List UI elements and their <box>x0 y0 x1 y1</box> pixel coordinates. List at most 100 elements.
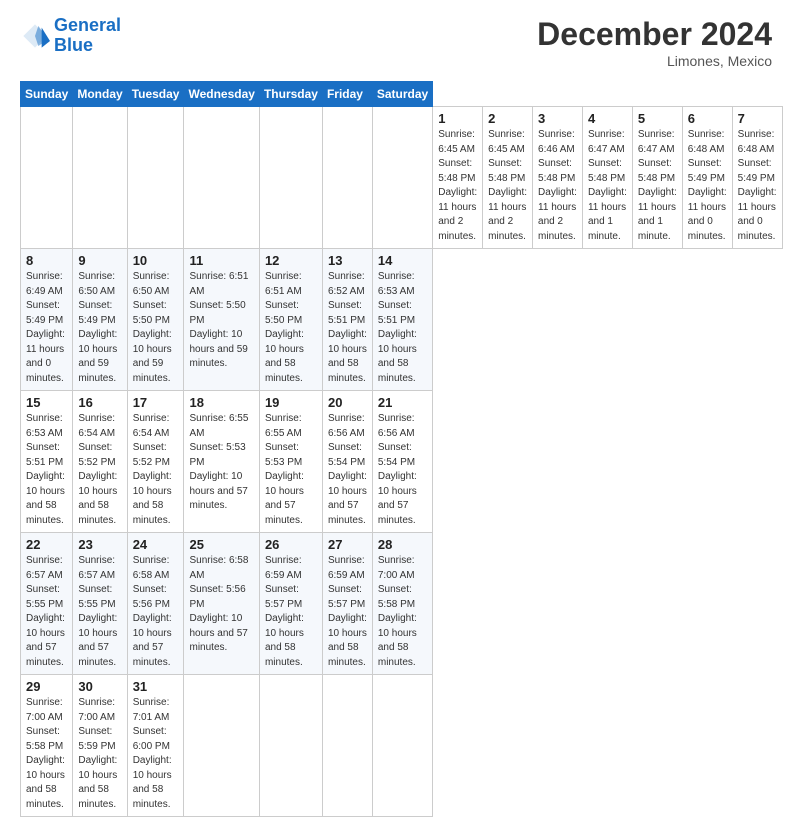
logo-text: General Blue <box>54 16 121 56</box>
day-info: Sunrise: 6:58 AM Sunset: 5:56 PM Dayligh… <box>133 554 179 670</box>
sunrise: Sunrise: 6:55 AM <box>189 413 248 439</box>
daylight: Daylight: 10 hours and 57 minutes. <box>328 471 367 526</box>
daylight: Daylight: 11 hours and 0 minutes. <box>738 187 777 242</box>
day-info: Sunrise: 6:49 AM Sunset: 5:49 PM Dayligh… <box>26 270 67 386</box>
sunrise: Sunrise: 7:00 AM <box>78 697 115 723</box>
sunset: Sunset: 6:00 PM <box>133 726 170 752</box>
day-info: Sunrise: 6:53 AM Sunset: 5:51 PM Dayligh… <box>378 270 427 386</box>
day-info: Sunrise: 6:56 AM Sunset: 5:54 PM Dayligh… <box>328 412 367 528</box>
day-number: 12 <box>265 253 317 268</box>
day-info: Sunrise: 6:59 AM Sunset: 5:57 PM Dayligh… <box>265 554 317 670</box>
table-row: 5 Sunrise: 6:47 AM Sunset: 5:48 PM Dayli… <box>632 107 682 249</box>
table-row: 8 Sunrise: 6:49 AM Sunset: 5:49 PM Dayli… <box>21 249 73 391</box>
sunrise: Sunrise: 6:59 AM <box>265 555 302 581</box>
calendar-week-row: 22 Sunrise: 6:57 AM Sunset: 5:55 PM Dayl… <box>21 533 783 675</box>
table-row: 30 Sunrise: 7:00 AM Sunset: 5:59 PM Dayl… <box>73 675 127 817</box>
day-number: 6 <box>688 111 727 126</box>
day-number: 30 <box>78 679 121 694</box>
calendar-week-row: 15 Sunrise: 6:53 AM Sunset: 5:51 PM Dayl… <box>21 391 783 533</box>
col-sunday: Sunday <box>21 82 73 107</box>
table-row <box>372 107 432 249</box>
daylight: Daylight: 11 hours and 0 minutes. <box>26 329 65 384</box>
sunrise: Sunrise: 6:45 AM <box>438 129 475 155</box>
table-row: 21 Sunrise: 6:56 AM Sunset: 5:54 PM Dayl… <box>372 391 432 533</box>
day-number: 5 <box>638 111 677 126</box>
day-info: Sunrise: 6:46 AM Sunset: 5:48 PM Dayligh… <box>538 128 577 244</box>
sunset: Sunset: 5:55 PM <box>26 584 63 610</box>
daylight: Daylight: 10 hours and 58 minutes. <box>265 329 304 384</box>
day-number: 4 <box>588 111 627 126</box>
table-row: 27 Sunrise: 6:59 AM Sunset: 5:57 PM Dayl… <box>322 533 372 675</box>
daylight: Daylight: 10 hours and 57 minutes. <box>265 471 304 526</box>
calendar-table: Sunday Monday Tuesday Wednesday Thursday… <box>20 81 783 817</box>
day-info: Sunrise: 6:48 AM Sunset: 5:49 PM Dayligh… <box>738 128 777 244</box>
daylight: Daylight: 10 hours and 58 minutes. <box>328 329 367 384</box>
sunrise: Sunrise: 6:57 AM <box>78 555 115 581</box>
daylight: Daylight: 10 hours and 59 minutes. <box>189 329 247 369</box>
table-row: 3 Sunrise: 6:46 AM Sunset: 5:48 PM Dayli… <box>533 107 583 249</box>
sunset: Sunset: 5:53 PM <box>189 442 245 468</box>
table-row: 15 Sunrise: 6:53 AM Sunset: 5:51 PM Dayl… <box>21 391 73 533</box>
calendar-header-row: Sunday Monday Tuesday Wednesday Thursday… <box>21 82 783 107</box>
day-info: Sunrise: 6:52 AM Sunset: 5:51 PM Dayligh… <box>328 270 367 386</box>
table-row: 16 Sunrise: 6:54 AM Sunset: 5:52 PM Dayl… <box>73 391 127 533</box>
day-info: Sunrise: 6:53 AM Sunset: 5:51 PM Dayligh… <box>26 412 67 528</box>
sunrise: Sunrise: 6:53 AM <box>378 271 415 297</box>
day-info: Sunrise: 6:48 AM Sunset: 5:49 PM Dayligh… <box>688 128 727 244</box>
table-row <box>73 107 127 249</box>
day-number: 22 <box>26 537 67 552</box>
sunrise: Sunrise: 6:58 AM <box>133 555 170 581</box>
daylight: Daylight: 11 hours and 1 minute. <box>588 187 627 242</box>
sunset: Sunset: 5:57 PM <box>265 584 302 610</box>
sunset: Sunset: 5:59 PM <box>78 726 115 752</box>
day-info: Sunrise: 6:56 AM Sunset: 5:54 PM Dayligh… <box>378 412 427 528</box>
day-info: Sunrise: 6:45 AM Sunset: 5:48 PM Dayligh… <box>438 128 477 244</box>
sunrise: Sunrise: 6:54 AM <box>133 413 170 439</box>
sunrise: Sunrise: 6:50 AM <box>133 271 170 297</box>
col-thursday: Thursday <box>259 82 322 107</box>
sunrise: Sunrise: 6:48 AM <box>688 129 725 155</box>
table-row <box>184 675 259 817</box>
table-row: 9 Sunrise: 6:50 AM Sunset: 5:49 PM Dayli… <box>73 249 127 391</box>
daylight: Daylight: 10 hours and 58 minutes. <box>78 471 117 526</box>
day-number: 28 <box>378 537 427 552</box>
day-info: Sunrise: 6:50 AM Sunset: 5:49 PM Dayligh… <box>78 270 121 386</box>
sunset: Sunset: 5:48 PM <box>438 158 475 184</box>
table-row <box>372 675 432 817</box>
daylight: Daylight: 10 hours and 57 minutes. <box>189 613 247 653</box>
day-number: 26 <box>265 537 317 552</box>
table-row <box>21 107 73 249</box>
day-info: Sunrise: 6:50 AM Sunset: 5:50 PM Dayligh… <box>133 270 179 386</box>
day-info: Sunrise: 6:51 AM Sunset: 5:50 PM Dayligh… <box>265 270 317 386</box>
day-info: Sunrise: 6:45 AM Sunset: 5:48 PM Dayligh… <box>488 128 527 244</box>
day-info: Sunrise: 6:51 AM Sunset: 5:50 PM Dayligh… <box>189 270 253 372</box>
sunset: Sunset: 5:55 PM <box>78 584 115 610</box>
table-row: 6 Sunrise: 6:48 AM Sunset: 5:49 PM Dayli… <box>682 107 732 249</box>
col-tuesday: Tuesday <box>127 82 184 107</box>
day-info: Sunrise: 6:55 AM Sunset: 5:53 PM Dayligh… <box>189 412 253 514</box>
sunset: Sunset: 5:50 PM <box>133 300 170 326</box>
table-row: 26 Sunrise: 6:59 AM Sunset: 5:57 PM Dayl… <box>259 533 322 675</box>
sunrise: Sunrise: 6:47 AM <box>638 129 675 155</box>
daylight: Daylight: 11 hours and 2 minutes. <box>538 187 577 242</box>
logo: General Blue <box>20 16 121 56</box>
table-row <box>322 675 372 817</box>
sunrise: Sunrise: 7:01 AM <box>133 697 170 723</box>
calendar-week-row: 29 Sunrise: 7:00 AM Sunset: 5:58 PM Dayl… <box>21 675 783 817</box>
day-number: 8 <box>26 253 67 268</box>
logo-blue: Blue <box>54 35 93 55</box>
day-number: 29 <box>26 679 67 694</box>
table-row: 24 Sunrise: 6:58 AM Sunset: 5:56 PM Dayl… <box>127 533 184 675</box>
day-info: Sunrise: 6:58 AM Sunset: 5:56 PM Dayligh… <box>189 554 253 656</box>
header: General Blue December 2024 Limones, Mexi… <box>20 16 772 69</box>
daylight: Daylight: 11 hours and 0 minutes. <box>688 187 727 242</box>
daylight: Daylight: 10 hours and 58 minutes. <box>133 755 172 810</box>
table-row: 12 Sunrise: 6:51 AM Sunset: 5:50 PM Dayl… <box>259 249 322 391</box>
sunset: Sunset: 5:50 PM <box>189 300 245 326</box>
table-row: 22 Sunrise: 6:57 AM Sunset: 5:55 PM Dayl… <box>21 533 73 675</box>
daylight: Daylight: 10 hours and 57 minutes. <box>26 613 65 668</box>
daylight: Daylight: 10 hours and 58 minutes. <box>133 471 172 526</box>
day-info: Sunrise: 6:55 AM Sunset: 5:53 PM Dayligh… <box>265 412 317 528</box>
table-row <box>259 107 322 249</box>
daylight: Daylight: 10 hours and 58 minutes. <box>378 329 417 384</box>
